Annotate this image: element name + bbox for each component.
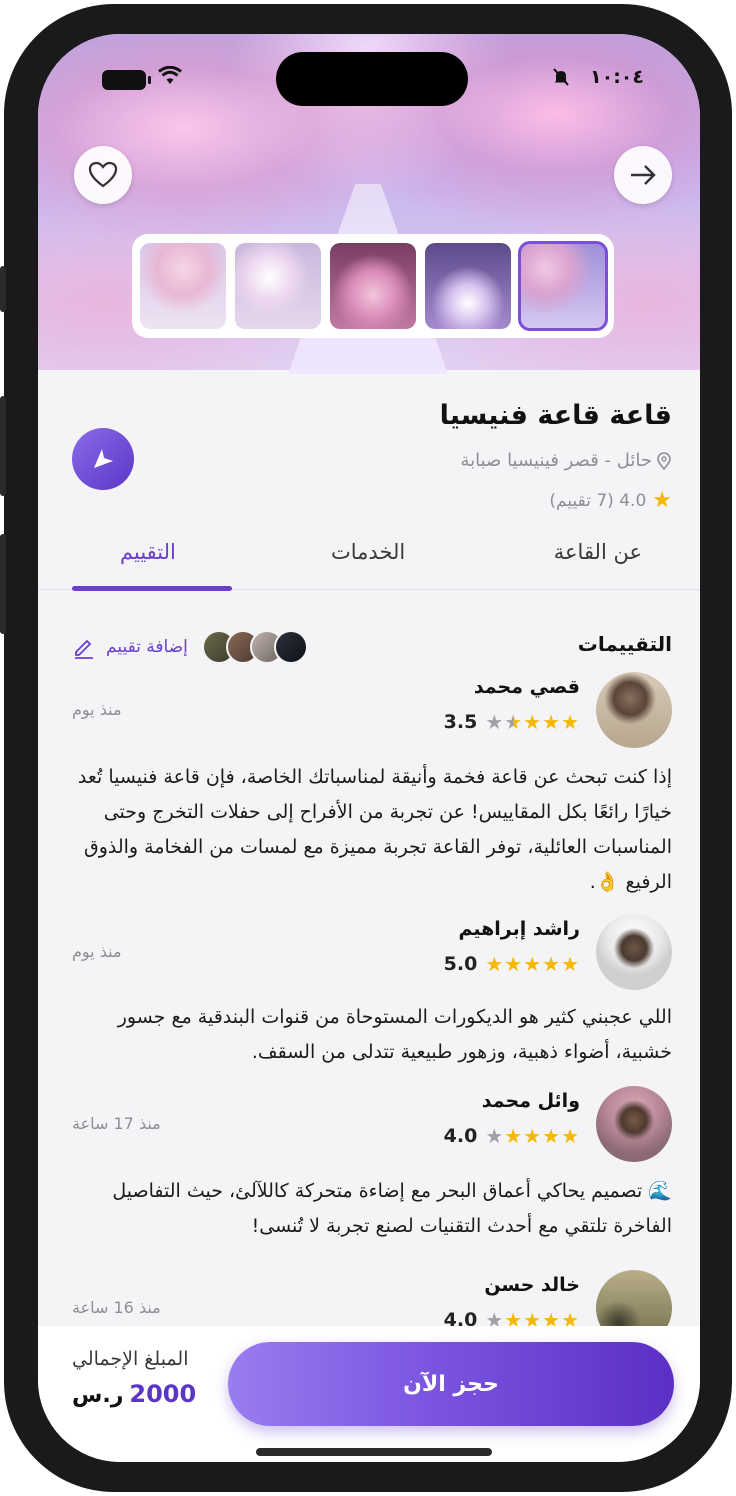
reviewer-name: خالد حسن <box>484 1274 580 1296</box>
review-rating: 5.0 ★★★★★ <box>444 952 580 976</box>
review-rating: 4.0 ★★★★★ <box>444 1124 580 1148</box>
total-value: 2000 <box>129 1380 197 1408</box>
back-button[interactable] <box>614 146 672 204</box>
reviewer-name: راشد إبراهيم <box>458 918 580 940</box>
avatar <box>596 1086 672 1162</box>
venue-tabs: عن القاعة الخدمات التقييم <box>38 530 700 591</box>
review-score: 4.0 <box>443 1125 478 1147</box>
status-time: ١٠:٠٤ <box>590 66 644 88</box>
booking-bar: المبلغ الإجمالي ر.س 2000 حجز الآن <box>38 1326 700 1462</box>
gallery-thumbnail[interactable] <box>140 243 226 329</box>
venue-hero-image: ١٠:٠٤ <box>38 34 700 374</box>
gallery-thumbnail-selected[interactable] <box>518 241 608 331</box>
phone-frame: ١٠:٠٤ قاعة قاعة فنيسيا حائل - قصر فينيسي… <box>0 4 732 1492</box>
app-screen: ١٠:٠٤ قاعة قاعة فنيسيا حائل - قصر فينيسي… <box>38 34 700 1462</box>
tab-about[interactable]: عن القاعة <box>554 540 642 564</box>
add-review-button[interactable]: إضافة تقييم <box>72 630 308 664</box>
avatar <box>273 630 308 664</box>
bell-slash-icon <box>552 68 570 91</box>
venue-location: حائل - قصر فينيسيا صبابة <box>460 450 672 471</box>
reviewer-avatars <box>201 630 308 664</box>
venue-rating-text: 4.0 (7 تقييم) <box>549 490 647 511</box>
star-rating-icons: ★★★★★ <box>485 952 580 976</box>
gallery-thumbnail[interactable] <box>425 243 511 329</box>
gallery-thumbnail[interactable] <box>330 243 416 329</box>
review-score: 3.5 <box>443 711 478 733</box>
book-now-button[interactable]: حجز الآن <box>228 1342 674 1426</box>
review-time: منذ يوم <box>72 700 122 719</box>
avatar <box>596 672 672 748</box>
reviewer-name: قصي محمد <box>473 676 580 698</box>
avatar <box>596 914 672 990</box>
reviews-title: التقييمات <box>577 632 672 656</box>
venue-title: قاعة قاعة فنيسيا <box>439 400 672 431</box>
review-score: 5.0 <box>443 953 478 975</box>
review-text: إذا كنت تبحث عن قاعة فخمة وأنيقة لمناسبا… <box>77 766 672 893</box>
wifi-icon <box>158 65 182 91</box>
total-label: المبلغ الإجمالي <box>72 1348 189 1370</box>
gallery-thumbnail[interactable] <box>235 243 321 329</box>
mute-switch <box>0 266 6 312</box>
tab-services[interactable]: الخدمات <box>331 540 405 564</box>
gallery-thumbnails <box>132 234 614 338</box>
review-time: منذ 17 ساعة <box>72 1114 161 1133</box>
edit-pencil-icon <box>75 639 93 659</box>
heart-icon <box>88 161 118 188</box>
favorite-button[interactable] <box>74 146 132 204</box>
review-time: منذ يوم <box>72 942 122 961</box>
venue-rating: ★ 4.0 (7 تقييم) <box>549 488 672 513</box>
reviews-header: التقييمات إضافة تقييم <box>38 630 700 670</box>
tab-active-indicator <box>72 586 232 591</box>
arrow-right-icon <box>631 165 656 185</box>
star-rating-icons: ★★★★★ <box>485 1124 580 1148</box>
currency: ر.س <box>72 1383 124 1408</box>
navigation-arrow-icon <box>94 449 113 468</box>
review-rating: 3.5 ★★★★★ <box>444 710 580 734</box>
directions-button[interactable] <box>72 428 134 490</box>
home-indicator <box>256 1448 492 1456</box>
dynamic-island <box>276 52 468 106</box>
review-text: 🌊 تصميم يحاكي أعماق البحر مع إضاءة متحرك… <box>112 1180 672 1237</box>
battery-icon <box>102 70 151 90</box>
star-rating-icons: ★★★★★ <box>485 710 580 734</box>
star-icon: ★ <box>652 488 672 513</box>
add-review-label: إضافة تقييم <box>106 637 188 657</box>
review-time: منذ 16 ساعة <box>72 1298 161 1317</box>
total-amount: ر.س 2000 <box>72 1380 196 1408</box>
review-text: اللي عجبني كثير هو الديكورات المستوحاة م… <box>117 1006 672 1063</box>
reviewer-name: وائل محمد <box>481 1090 580 1112</box>
venue-location-text: حائل - قصر فينيسيا صبابة <box>460 450 652 471</box>
tab-reviews[interactable]: التقييم <box>120 540 176 564</box>
volume-up-button <box>0 396 6 496</box>
volume-down-button <box>0 534 6 634</box>
location-pin-icon <box>657 451 671 470</box>
